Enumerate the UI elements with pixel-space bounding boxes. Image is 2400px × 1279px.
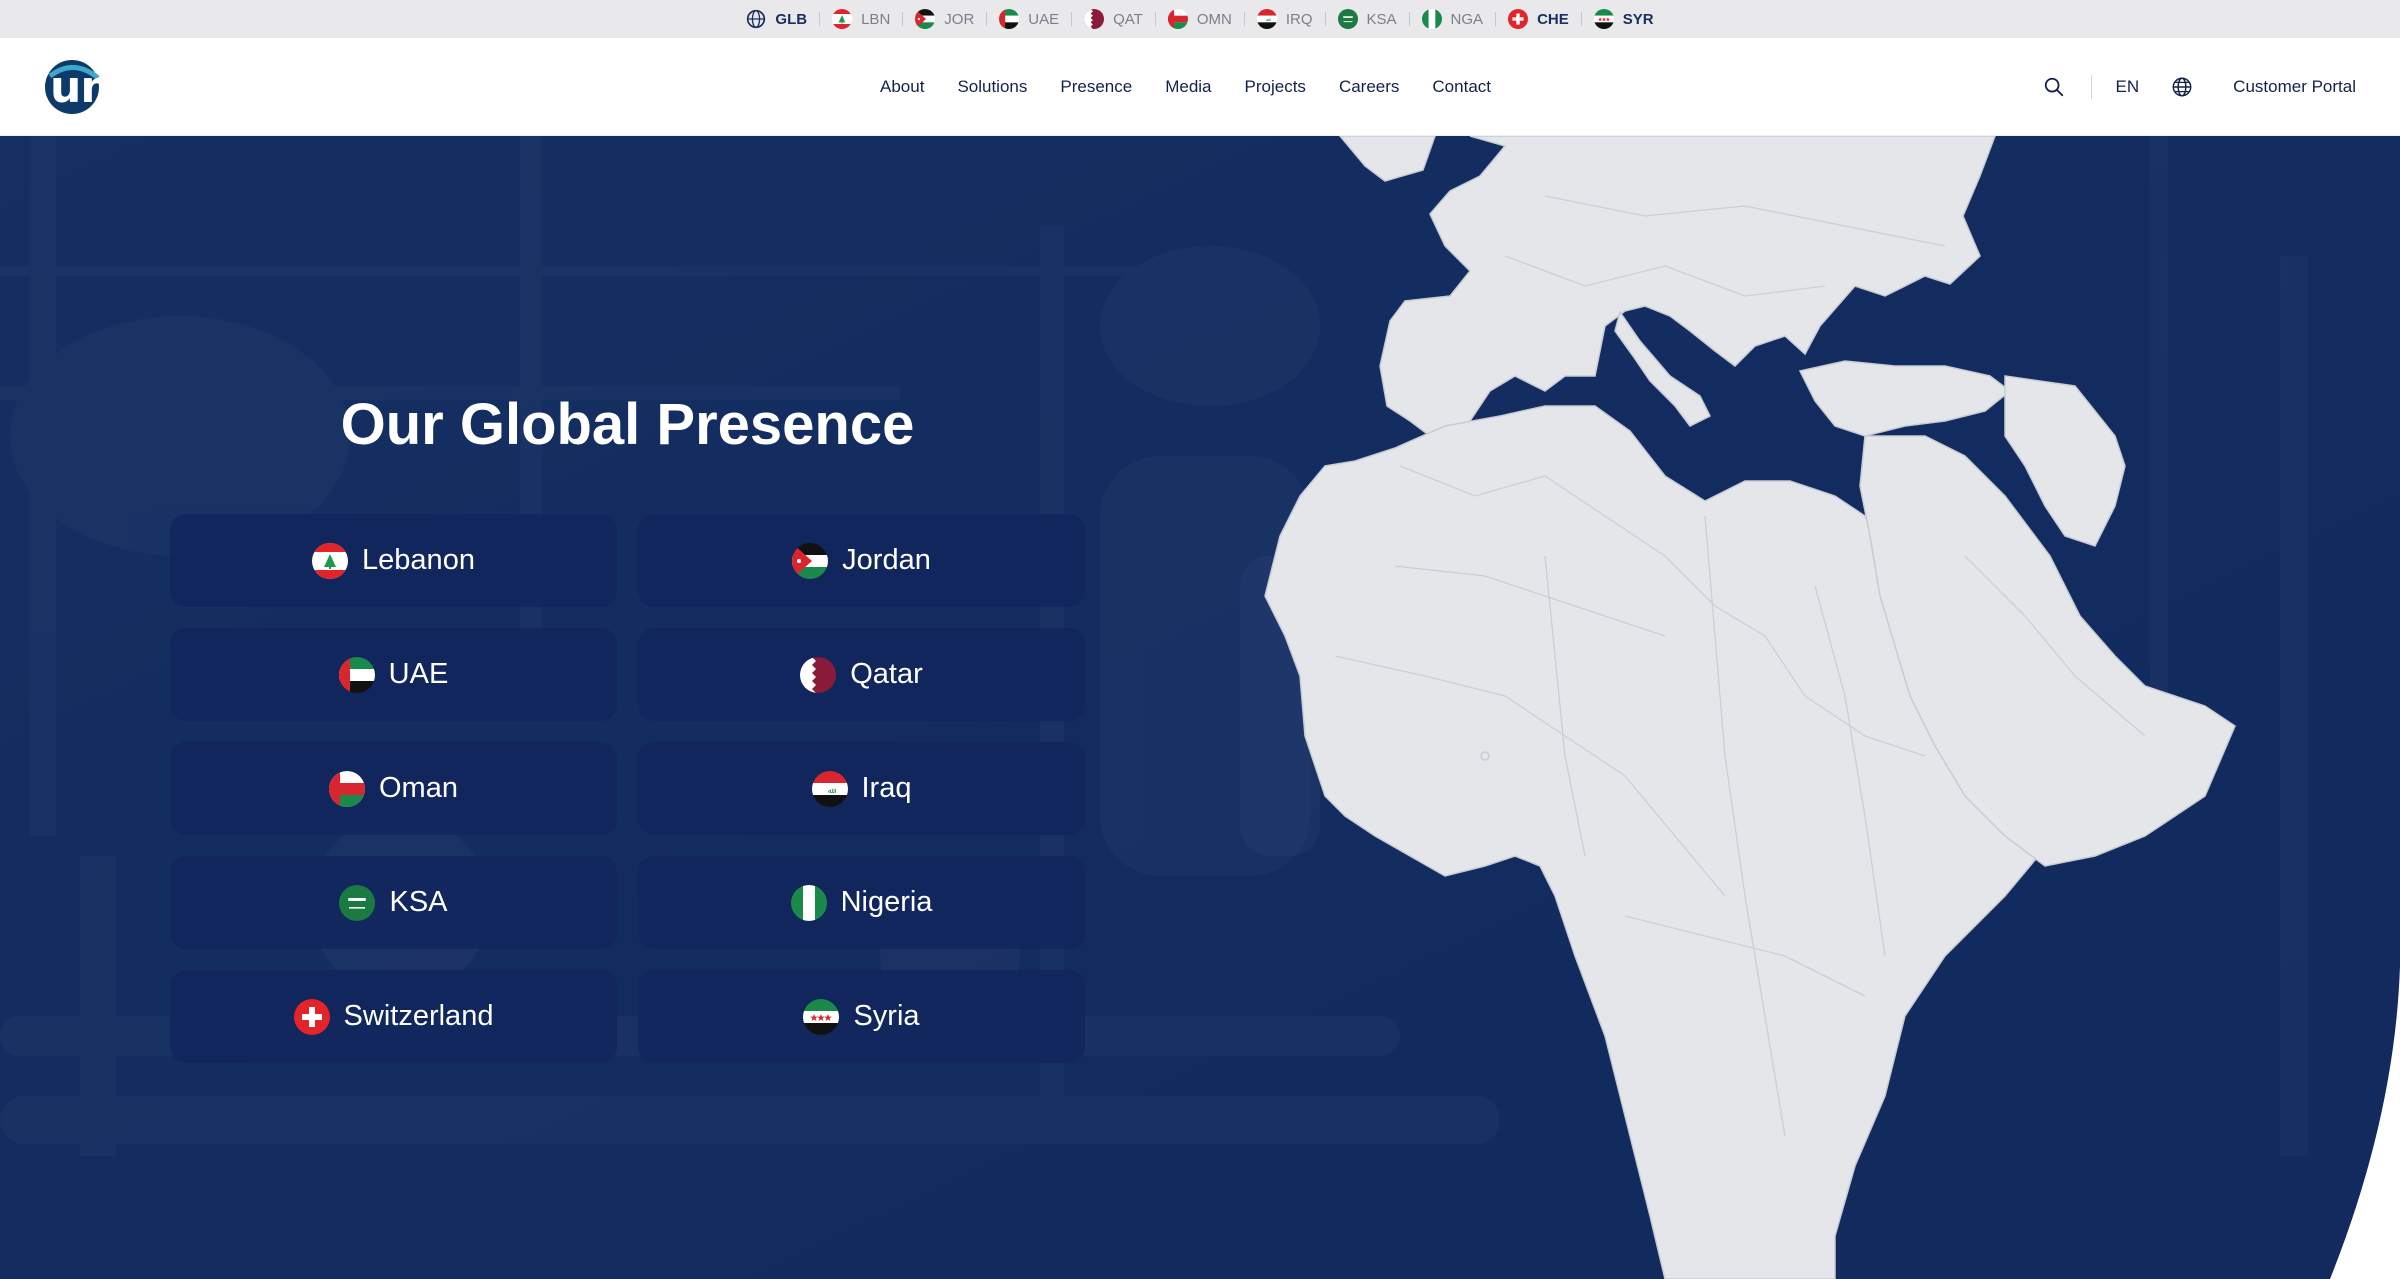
unigaz-logo[interactable]: unigaz (44, 56, 210, 118)
map-turkey (1798, 360, 2012, 437)
switzerland-flag-icon (1508, 9, 1529, 29)
logo-text: unigaz (50, 61, 210, 113)
main-nav: About Solutions Presence Media Projects Caree… (880, 38, 1491, 136)
country-card-label: Iraq (861, 772, 912, 804)
country-bar-label: GLB (775, 10, 808, 28)
country-card-iraq[interactable]: ﷲ Iraq (638, 742, 1085, 835)
nav-link-projects[interactable]: Projects (1245, 77, 1306, 97)
country-bar-label: OMN (1196, 10, 1232, 28)
uae-flag-icon (999, 9, 1020, 29)
country-card-label: Oman (379, 772, 458, 804)
country-selector-bar: GLB LBN JOR UAE QAT OMN ﷲ IRQ KSA NGA CHE SYR (0, 0, 2400, 38)
qatar-flag-icon (1084, 9, 1105, 29)
country-card-label: Syria (853, 1000, 920, 1032)
country-bar-label: KSA (1366, 10, 1397, 28)
country-card-label: Lebanon (362, 544, 475, 576)
country-card-syria[interactable]: Syria (638, 970, 1085, 1063)
map-uk (1339, 136, 1436, 182)
country-bar-item-lbn[interactable]: LBN (820, 9, 902, 29)
country-bar-label: QAT (1113, 10, 1143, 28)
language-selector[interactable]: EN (2116, 77, 2140, 97)
country-card-uae[interactable]: UAE (170, 628, 617, 721)
country-bar-label: CHE (1537, 10, 1569, 28)
section-title: Our Global Presence (340, 392, 915, 457)
country-card-switzerland[interactable]: Switzerland (170, 970, 617, 1063)
qatar-flag-icon (800, 656, 837, 693)
country-bar-item-uae[interactable]: UAE (987, 9, 1071, 29)
customer-portal-link[interactable]: Customer Portal (2233, 77, 2356, 97)
country-bar-label: LBN (861, 10, 891, 28)
nav-link-about[interactable]: About (880, 77, 924, 97)
nigeria-flag-icon (790, 884, 827, 921)
country-bar-item-qat[interactable]: QAT (1072, 9, 1155, 29)
country-bar-item-irq[interactable]: ﷲ IRQ (1245, 9, 1325, 29)
country-card-jordan[interactable]: Jordan (638, 514, 1085, 607)
oman-flag-icon (329, 770, 365, 807)
lebanon-flag-icon (312, 542, 349, 579)
country-card-label: Nigeria (840, 886, 933, 918)
country-card-lebanon[interactable]: Lebanon (170, 514, 617, 607)
country-card-qatar[interactable]: Qatar (638, 628, 1085, 721)
country-bar-item-syr[interactable]: SYR (1582, 9, 1666, 29)
oman-flag-icon (1167, 9, 1188, 29)
country-bar-item-nga[interactable]: NGA (1410, 9, 1496, 29)
country-card-oman[interactable]: Oman (170, 742, 617, 835)
nav-link-solutions[interactable]: Solutions (957, 77, 1027, 97)
nav-link-careers[interactable]: Careers (1339, 77, 1399, 97)
country-card-label: UAE (388, 658, 449, 690)
nav-link-contact[interactable]: Contact (1432, 77, 1491, 97)
country-bar-item-glb[interactable]: GLB (734, 9, 819, 29)
jordan-flag-icon (792, 542, 829, 579)
country-bar-label: SYR (1622, 10, 1654, 28)
global-presence-section: Our Global Presence Lebanon Jordan UAE Qata… (0, 136, 2400, 1279)
syria-flag-icon (1593, 9, 1614, 29)
country-bar-label: IRQ (1285, 10, 1313, 28)
lebanon-flag-icon (832, 9, 853, 29)
iraq-flag-icon: ﷲ (811, 770, 848, 807)
jordan-flag-icon (915, 9, 936, 29)
search-icon[interactable] (2043, 76, 2065, 98)
saudi-flag-icon (339, 884, 376, 921)
globe-icon[interactable] (2171, 76, 2193, 98)
nav-link-media[interactable]: Media (1165, 77, 1211, 97)
nigeria-flag-icon (1421, 9, 1442, 29)
country-bar-item-ksa[interactable]: KSA (1326, 9, 1409, 29)
country-card-nigeria[interactable]: Nigeria (638, 856, 1085, 949)
country-card-label: KSA (389, 886, 448, 918)
country-bar-label: NGA (1450, 10, 1484, 28)
saudi-flag-icon (1337, 9, 1358, 29)
country-card-label: Switzerland (343, 1000, 494, 1032)
syria-flag-icon (803, 998, 840, 1035)
country-card-ksa[interactable]: KSA (170, 856, 617, 949)
site-header: unigaz About Solutions Presence Media Projec… (0, 38, 2400, 136)
map-island (1480, 751, 1490, 761)
country-bar-item-omn[interactable]: OMN (1156, 9, 1244, 29)
nav-link-presence[interactable]: Presence (1060, 77, 1132, 97)
iraq-flag-icon: ﷲ (1256, 9, 1277, 29)
country-card-label: Jordan (842, 544, 931, 576)
country-bar-label: UAE (1028, 10, 1060, 28)
country-bar-item-jor[interactable]: JOR (903, 9, 986, 29)
country-card-label: Qatar (850, 658, 923, 690)
globe-icon (746, 9, 766, 29)
switzerland-flag-icon (293, 998, 330, 1035)
country-bar-item-che[interactable]: CHE (1496, 9, 1581, 29)
presence-map (1264, 136, 2236, 1279)
header-divider (2090, 75, 2092, 99)
uae-flag-icon (338, 656, 375, 693)
header-utilities: EN Customer Portal (2043, 38, 2356, 136)
country-bar-label: JOR (944, 10, 975, 28)
